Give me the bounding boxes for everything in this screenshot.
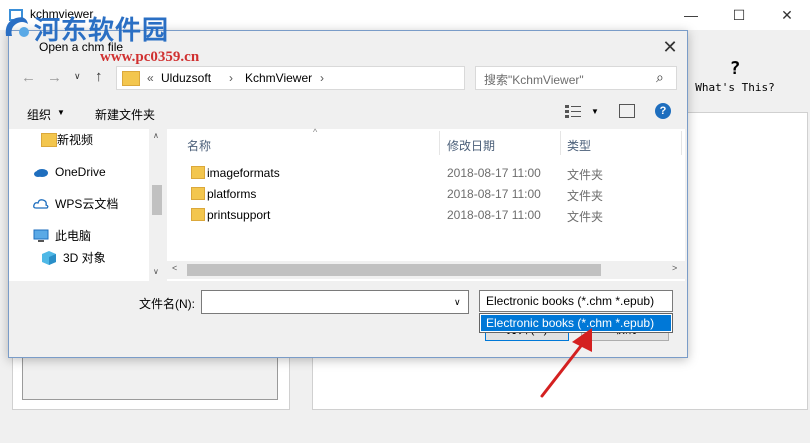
- dialog-close-button[interactable]: ✕: [657, 35, 683, 59]
- nav-item-onedrive[interactable]: OneDrive: [9, 161, 151, 183]
- scroll-left-icon[interactable]: <: [172, 263, 177, 273]
- breadcrumb-kchmviewer[interactable]: KchmViewer: [245, 71, 312, 85]
- horizontal-scroll-thumb[interactable]: [187, 264, 601, 276]
- file-type-filter[interactable]: Electronic books (*.chm *.epub): [479, 290, 673, 312]
- recent-locations-chevron-icon[interactable]: ∨: [74, 71, 81, 82]
- minimize-button[interactable]: —: [668, 0, 714, 30]
- file-list: ^ 名称 修改日期 类型 imageformats 2018-08-17 11:…: [167, 127, 685, 281]
- computer-icon: [33, 229, 49, 242]
- filter-selected-value: Electronic books (*.chm *.epub): [486, 294, 655, 308]
- nav-scroll-thumb[interactable]: [152, 185, 162, 215]
- file-date: 2018-08-17 11:00: [447, 208, 541, 222]
- watermark-site-name: 河东软件园: [34, 16, 170, 46]
- new-folder-button[interactable]: 新建文件夹: [95, 106, 155, 123]
- horizontal-scrollbar[interactable]: < >: [167, 261, 685, 279]
- nav-item-new-video[interactable]: 新视频: [9, 129, 151, 151]
- cloud-icon: [34, 169, 48, 177]
- chevron-down-icon[interactable]: ∨: [454, 297, 461, 308]
- filename-label: 文件名(N):: [139, 297, 195, 311]
- watermark-logo-icon: [5, 17, 29, 37]
- address-bar[interactable]: « Ulduzsoft › KchmViewer › ∨ ↻: [116, 66, 558, 90]
- search-input[interactable]: 搜索"KchmViewer": [484, 71, 584, 88]
- nav-item-3d-objects[interactable]: 3D 对象: [9, 247, 151, 269]
- folder-icon: [191, 166, 205, 179]
- nav-item-label: WPS云文档: [55, 197, 119, 211]
- nav-item-label: 3D 对象: [63, 251, 106, 265]
- scroll-down-icon[interactable]: ∨: [153, 267, 159, 276]
- column-divider[interactable]: [681, 131, 682, 155]
- table-row[interactable]: platforms 2018-08-17 11:00 文件夹: [167, 184, 685, 205]
- watermark-url: www.pc0359.cn: [100, 49, 200, 65]
- column-header-date[interactable]: 修改日期: [447, 137, 495, 154]
- breadcrumb-separator: ›: [320, 71, 324, 85]
- filename-input[interactable]: ∨: [201, 290, 469, 314]
- file-name: platforms: [207, 187, 257, 201]
- whats-this-label: What's This?: [695, 81, 775, 94]
- preview-pane-icon[interactable]: [619, 104, 635, 118]
- column-divider[interactable]: [560, 131, 561, 155]
- nav-item-label: OneDrive: [55, 165, 106, 179]
- column-header-type[interactable]: 类型: [567, 137, 591, 154]
- column-divider[interactable]: [439, 131, 440, 155]
- file-date: 2018-08-17 11:00: [447, 187, 541, 201]
- breadcrumb-overflow[interactable]: «: [147, 71, 154, 85]
- open-file-dialog: Open a chm file ✕ ← → ∨ ↑ « Ulduzsoft › …: [8, 30, 688, 358]
- nav-item-label: 新视频: [57, 133, 94, 147]
- navigation-pane: 新视频 OneDrive WPS云文档 此电脑 3D 对象: [9, 129, 165, 281]
- breadcrumb-separator: ›: [229, 71, 233, 85]
- file-type: 文件夹: [567, 189, 604, 203]
- maximize-button[interactable]: ☐: [716, 0, 762, 30]
- file-type: 文件夹: [567, 210, 604, 224]
- folder-icon: [122, 71, 140, 86]
- close-button[interactable]: ✕: [764, 0, 810, 30]
- back-arrow-icon[interactable]: ←: [21, 69, 36, 86]
- search-box[interactable]: 搜索"KchmViewer" ⌕: [475, 66, 677, 90]
- scroll-up-icon[interactable]: ∧: [153, 131, 159, 140]
- file-name: imageformats: [207, 166, 280, 180]
- column-header-name[interactable]: 名称: [187, 137, 211, 154]
- whats-this-icon: ?: [729, 58, 741, 79]
- caret-down-icon[interactable]: ▼: [591, 107, 599, 116]
- side-panel-inner: [22, 352, 278, 400]
- organize-button[interactable]: 组织: [27, 106, 51, 123]
- folder-icon: [191, 208, 205, 221]
- search-icon[interactable]: ⌕: [656, 69, 664, 86]
- view-options-icon[interactable]: [565, 104, 581, 118]
- table-row[interactable]: printsupport 2018-08-17 11:00 文件夹: [167, 205, 685, 226]
- folder-icon: [191, 187, 205, 200]
- forward-arrow-icon[interactable]: →: [47, 69, 62, 86]
- up-arrow-icon[interactable]: ↑: [95, 68, 103, 85]
- folder-icon: [41, 133, 57, 147]
- command-bar: 组织 ▼ 新建文件夹 ▼ ?: [9, 97, 687, 127]
- scroll-right-icon[interactable]: >: [672, 263, 677, 273]
- table-row[interactable]: imageformats 2018-08-17 11:00 文件夹: [167, 163, 685, 184]
- nav-item-this-pc[interactable]: 此电脑: [9, 225, 151, 247]
- file-date: 2018-08-17 11:00: [447, 166, 541, 180]
- cloud-outline-icon: [33, 199, 49, 209]
- file-type: 文件夹: [567, 168, 604, 182]
- cube-icon: [42, 251, 56, 265]
- caret-down-icon[interactable]: ▼: [57, 108, 65, 117]
- file-name: printsupport: [207, 208, 271, 222]
- whats-this-button[interactable]: ? What's This?: [690, 58, 780, 94]
- nav-item-label: 此电脑: [55, 229, 92, 243]
- help-icon[interactable]: ?: [655, 103, 671, 119]
- nav-item-wps-cloud[interactable]: WPS云文档: [9, 193, 151, 215]
- breadcrumb-ulduzsoft[interactable]: Ulduzsoft: [161, 71, 211, 85]
- annotation-arrow-icon: [540, 328, 592, 398]
- sort-ascending-icon: ^: [313, 127, 318, 137]
